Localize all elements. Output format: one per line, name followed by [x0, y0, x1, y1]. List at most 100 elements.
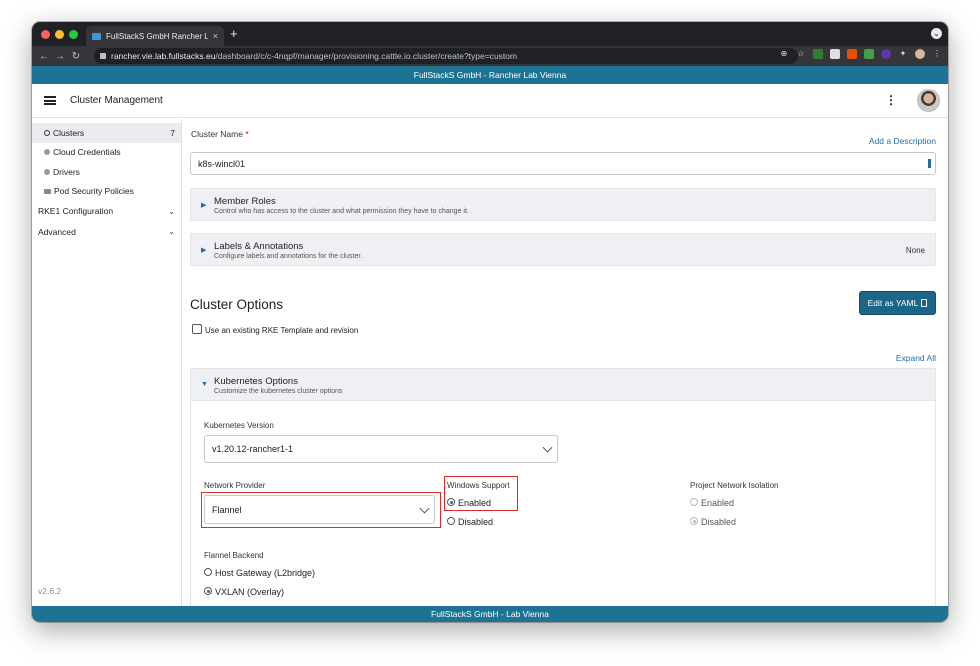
extension-green-icon[interactable] — [813, 49, 823, 59]
browser-toolbar: ← → ↻ rancher.vie.lab.fullstacks.eu/dash… — [32, 46, 948, 66]
drivers-icon — [44, 168, 50, 175]
rke-template-label: Use an existing RKE Template and revisio… — [205, 326, 359, 335]
top-banner: FullStackS GmbH - Rancher Lab Vienna — [32, 66, 948, 84]
rke-template-checkbox[interactable] — [192, 324, 202, 334]
kubernetes-options-title: Kubernetes Options — [214, 376, 298, 387]
lock-icon — [100, 53, 106, 59]
add-description-link[interactable]: Add a Description — [869, 136, 936, 146]
tab-search-icon[interactable]: ⌄ — [931, 28, 942, 39]
minimize-window-icon[interactable] — [55, 30, 64, 39]
windows-support-highlight — [444, 476, 518, 511]
caret-down-icon: ▼ — [201, 381, 208, 388]
folder-icon — [44, 188, 51, 194]
edit-as-yaml-label: Edit as YAML — [867, 298, 919, 308]
sidebar-item-pod-security-policies[interactable]: Pod Security Policies — [32, 182, 181, 202]
cluster-options-title: Cluster Options — [190, 297, 284, 312]
back-icon[interactable]: ← — [36, 51, 52, 62]
sidebar-group-label: Advanced — [38, 226, 76, 237]
project-network-isolation-label: Project Network Isolation — [690, 481, 779, 490]
isolation-disabled-radio[interactable] — [690, 517, 698, 525]
password-manager-icon[interactable] — [928, 159, 931, 168]
member-roles-title: Member Roles — [214, 196, 276, 207]
labels-annotations-accordion[interactable]: ▶ Labels & Annotations Configure labels … — [190, 233, 936, 266]
clusters-count-badge: 7 — [170, 127, 175, 138]
avatar[interactable] — [917, 89, 940, 112]
kubernetes-options-panel: Kubernetes Version v1.20.12-rancher1-1 N… — [190, 401, 936, 606]
kubernetes-version-value: v1.20.12-rancher1-1 — [212, 444, 294, 454]
windows-disabled-radio[interactable] — [447, 517, 455, 525]
new-tab-button[interactable]: + — [230, 27, 238, 40]
caret-right-icon: ▶ — [201, 247, 207, 254]
isolation-enabled-radio[interactable] — [690, 498, 698, 506]
address-bar[interactable]: rancher.vie.lab.fullstacks.eu/dashboard/… — [94, 48, 798, 64]
hamburger-menu-icon[interactable] — [44, 96, 56, 105]
host-gateway-radio[interactable] — [204, 568, 212, 576]
cloud-credentials-icon — [44, 149, 50, 156]
kubernetes-options-accordion[interactable]: ▼ Kubernetes Options Customize the kuber… — [190, 368, 936, 401]
kubernetes-version-select[interactable]: v1.20.12-rancher1-1 — [204, 435, 558, 463]
sidebar-item-clusters[interactable]: Clusters 7 — [32, 123, 181, 143]
sidebar: Clusters 7 Cloud Credentials Drivers Pod… — [32, 119, 182, 606]
windows-disabled-label: Disabled — [458, 517, 494, 527]
network-provider-label: Network Provider — [204, 481, 266, 490]
member-roles-accordion[interactable]: ▶ Member Roles Control who has access to… — [190, 188, 936, 221]
labels-annotations-subtitle: Configure labels and annotations for the… — [214, 253, 363, 260]
expand-all-link[interactable]: Expand All — [896, 353, 936, 363]
app-header: Cluster Management ⋮ — [32, 84, 948, 118]
sidebar-group-rke1-configuration[interactable]: RKE1 Configuration ⌄ — [32, 201, 181, 222]
profile-icon[interactable] — [915, 49, 925, 59]
sidebar-item-label: Clusters — [53, 127, 85, 138]
extension-icons: ⊕ ☆ ✦ ⋮ — [779, 49, 942, 59]
sidebar-group-advanced[interactable]: Advanced ⌄ — [32, 222, 181, 243]
network-provider-highlight — [201, 492, 441, 528]
isolation-disabled-label: Disabled — [701, 517, 737, 527]
vxlan-radio[interactable] — [204, 587, 212, 595]
extension-green2-icon[interactable] — [864, 49, 874, 59]
bookmark-star-icon[interactable]: ☆ — [796, 49, 806, 59]
cluster-name-label: Cluster Name * — [191, 129, 249, 139]
caret-right-icon: ▶ — [201, 202, 207, 209]
close-window-icon[interactable] — [41, 30, 50, 39]
edit-as-yaml-button[interactable]: Edit as YAML — [859, 291, 936, 315]
extension-purple-icon[interactable] — [881, 49, 891, 59]
url-path: /dashboard/c/c-4nqpf/manager/provisionin… — [215, 51, 518, 61]
member-roles-subtitle: Control who has access to the cluster an… — [214, 208, 469, 215]
browser-menu-icon[interactable]: ⋮ — [932, 49, 942, 59]
isolation-enabled-label: Enabled — [701, 498, 735, 508]
kubernetes-version-label: Kubernetes Version — [204, 421, 274, 430]
sidebar-item-label: Pod Security Policies — [54, 186, 134, 197]
browser-window: FullStackS GmbH Rancher Lab × + ⌄ ← → ↻ … — [32, 22, 948, 622]
labels-status: None — [905, 246, 925, 255]
reload-icon[interactable]: ↻ — [68, 51, 84, 62]
sidebar-item-drivers[interactable]: Drivers — [32, 162, 181, 182]
extension-shield-icon[interactable] — [830, 49, 840, 59]
url-host: rancher.vie.lab.fullstacks.eu — [111, 51, 216, 61]
bottom-banner: FullStackS GmbH - Lab Vienna — [32, 606, 948, 622]
chevron-down-icon: ⌄ — [168, 206, 175, 216]
version-label: v2.6.2 — [38, 586, 62, 596]
body-area: Clusters 7 Cloud Credentials Drivers Pod… — [32, 119, 948, 606]
cluster-icon — [44, 129, 50, 136]
browser-tab[interactable]: FullStackS GmbH Rancher Lab × — [86, 26, 224, 46]
kebab-menu-icon[interactable]: ⋮ — [885, 94, 897, 106]
copy-icon — [921, 299, 928, 307]
host-gateway-label: Host Gateway (L2bridge) — [215, 568, 316, 578]
kubernetes-options-subtitle: Customize the kubernetes cluster options — [214, 388, 343, 395]
forward-icon[interactable]: → — [52, 51, 68, 62]
flannel-backend-label: Flannel Backend — [204, 551, 264, 560]
cluster-name-field[interactable]: k8s-wincl01 — [190, 152, 936, 175]
zoom-icon[interactable]: ⊕ — [779, 49, 789, 59]
browser-tab-bar: FullStackS GmbH Rancher Lab × + ⌄ — [32, 22, 948, 46]
tab-title: FullStackS GmbH Rancher Lab — [106, 31, 208, 41]
page-title: Cluster Management — [70, 95, 163, 106]
sidebar-group-label: RKE1 Configuration — [38, 206, 114, 217]
maximize-window-icon[interactable] — [69, 30, 78, 39]
tab-close-icon[interactable]: × — [213, 31, 218, 41]
main-content: Cluster Name * Add a Description k8s-win… — [190, 119, 936, 606]
sidebar-item-cloud-credentials[interactable]: Cloud Credentials — [32, 143, 181, 163]
puzzle-icon[interactable]: ✦ — [898, 49, 908, 59]
sidebar-item-label: Cloud Credentials — [53, 147, 121, 158]
extension-orange-icon[interactable] — [847, 49, 857, 59]
cluster-name-value: k8s-wincl01 — [198, 158, 246, 169]
chevron-down-icon: ⌄ — [168, 227, 175, 237]
